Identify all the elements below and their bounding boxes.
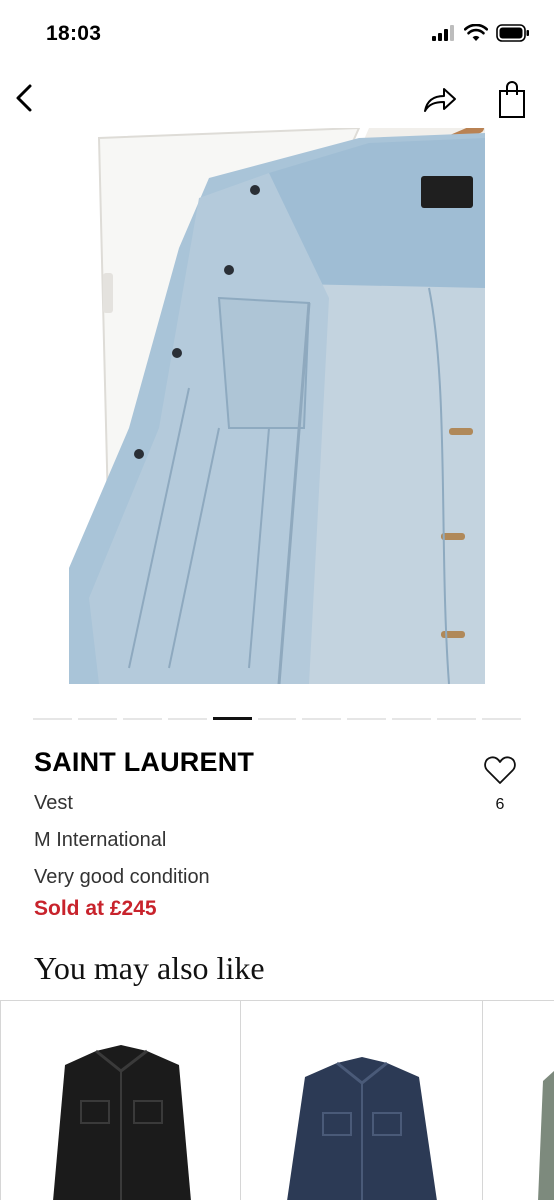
product-brand[interactable]: SAINT LAURENT (34, 747, 254, 778)
product-size: M International (34, 829, 167, 851)
back-button[interactable] (6, 76, 42, 120)
wifi-icon (464, 24, 488, 41)
carousel-dash[interactable] (77, 718, 117, 720)
battery-icon (496, 24, 529, 42)
related-item-partial-image (538, 1071, 554, 1200)
heart-icon (484, 756, 516, 784)
carousel-dash[interactable] (302, 718, 342, 720)
cellular-signal-icon (432, 25, 454, 41)
related-section-title: You may also like (34, 950, 265, 986)
carousel-dash[interactable] (482, 718, 521, 720)
status-time: 18:03 (46, 22, 102, 45)
related-items-carousel[interactable] (0, 1000, 554, 1200)
share-icon (424, 88, 456, 112)
like-count: 6 (495, 796, 505, 813)
carousel-dash[interactable] (347, 718, 387, 720)
carousel-dash[interactable] (33, 718, 72, 720)
status-icons (432, 24, 530, 42)
shopping-bag-button[interactable] (494, 78, 530, 122)
dark-denim-jacket-image (287, 1057, 437, 1200)
share-button[interactable] (418, 80, 462, 120)
image-carousel-indicator[interactable] (33, 716, 521, 722)
status-bar: 18:03 (0, 0, 554, 70)
like-button[interactable] (482, 752, 518, 788)
carousel-dash[interactable] (437, 718, 477, 720)
related-item-card[interactable] (241, 1001, 483, 1200)
product-condition: Very good condition (34, 866, 210, 888)
denim-jacket-photo (69, 128, 485, 684)
shopping-bag-icon (499, 81, 525, 118)
nav-bar (0, 70, 554, 128)
black-denim-jacket-image (53, 1045, 191, 1200)
carousel-dash[interactable] (392, 718, 432, 720)
product-image[interactable] (69, 128, 485, 684)
chevron-left-icon (16, 84, 32, 112)
sold-price: Sold at £245 (34, 897, 157, 920)
carousel-dash-active[interactable] (212, 717, 252, 720)
related-item-card[interactable] (483, 1001, 554, 1200)
carousel-dash[interactable] (167, 718, 207, 720)
carousel-dash[interactable] (122, 718, 162, 720)
carousel-dash[interactable] (257, 718, 297, 720)
related-item-card[interactable] (0, 1001, 241, 1200)
product-type: Vest (34, 792, 73, 814)
